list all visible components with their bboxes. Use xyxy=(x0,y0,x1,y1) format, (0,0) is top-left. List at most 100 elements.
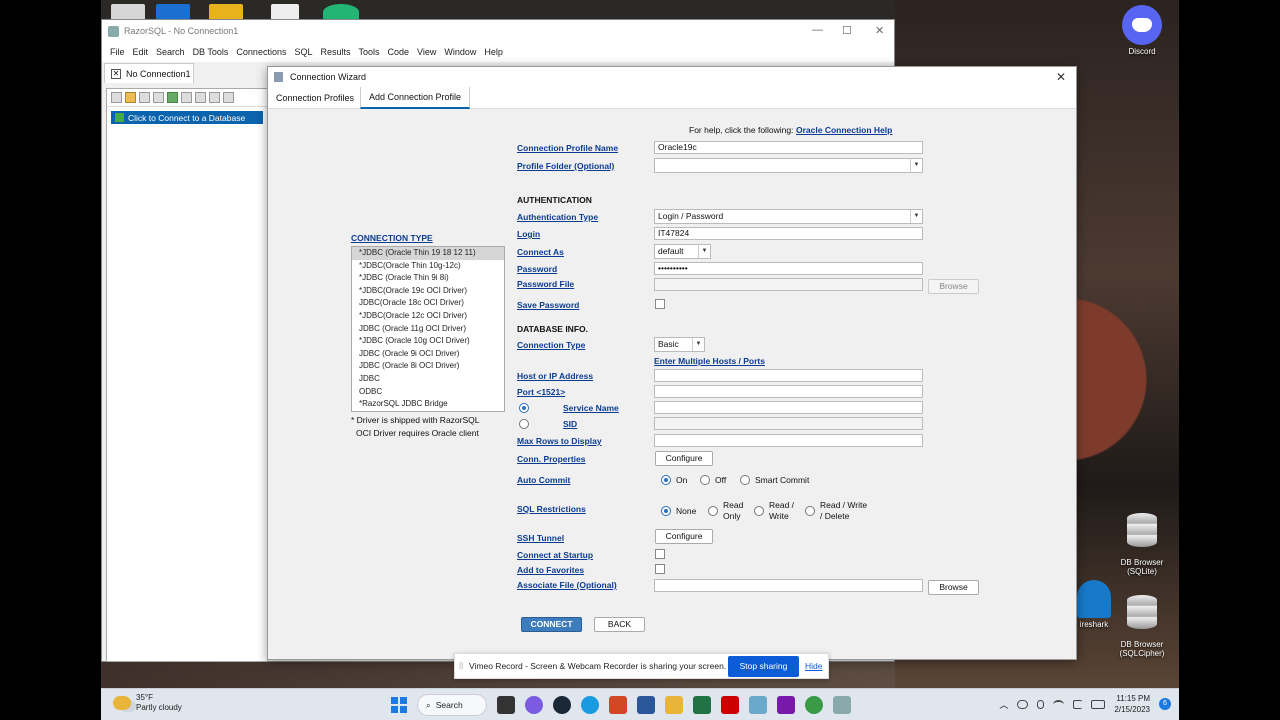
notification-badge[interactable]: 6 xyxy=(1159,698,1171,710)
weather-widget[interactable]: 35°F Partly cloudy xyxy=(113,693,182,713)
tab-add-connection-profile[interactable]: Add Connection Profile xyxy=(360,87,471,109)
open-icon[interactable] xyxy=(125,92,136,103)
grid-icon[interactable] xyxy=(139,92,150,103)
menu-file[interactable]: File xyxy=(110,47,125,57)
list-item[interactable]: *JDBC(Oracle Thin 10g-12c) xyxy=(352,260,504,273)
discord-shortcut[interactable]: Discord xyxy=(1115,5,1169,56)
maximize-icon[interactable]: ☐ xyxy=(842,24,852,37)
restriction-read-write-radio[interactable] xyxy=(754,506,764,516)
menu-sql[interactable]: SQL xyxy=(294,47,312,57)
desktop-icon-partial[interactable] xyxy=(323,4,359,20)
auto-commit-off-radio[interactable] xyxy=(700,475,710,485)
razorsql-titlebar[interactable]: RazorSQL - No Connection1 — ☐ ✕ xyxy=(102,20,894,42)
chrome-icon[interactable] xyxy=(805,696,823,714)
malwarebytes-icon[interactable] xyxy=(721,696,739,714)
menu-view[interactable]: View xyxy=(417,47,436,57)
menu-window[interactable]: Window xyxy=(444,47,476,57)
desktop-icon-partial[interactable] xyxy=(111,4,145,20)
password-file-browse-button[interactable]: Browse xyxy=(928,279,979,294)
close-tab-icon[interactable]: ✕ xyxy=(111,68,121,79)
onedrive-icon[interactable] xyxy=(1017,699,1029,709)
menu-edit[interactable]: Edit xyxy=(133,47,149,57)
max-rows-field[interactable] xyxy=(654,434,923,447)
list-item[interactable]: JDBC (Oracle 9i OCI Driver) xyxy=(352,348,504,361)
razorsql-taskbar-icon[interactable] xyxy=(833,696,851,714)
list-item[interactable]: *JDBC(Oracle 19c OCI Driver) xyxy=(352,285,504,298)
clock[interactable]: 11:15 PM 2/15/2023 xyxy=(1114,693,1150,715)
trash-icon[interactable] xyxy=(223,92,234,103)
onenote-icon[interactable] xyxy=(777,696,795,714)
wireshark-shortcut[interactable]: ireshark xyxy=(1071,580,1117,629)
disconnect-icon[interactable] xyxy=(181,92,192,103)
restriction-read-only-radio[interactable] xyxy=(708,506,718,516)
minimize-icon[interactable]: — xyxy=(812,24,823,36)
file-explorer-icon[interactable] xyxy=(665,696,683,714)
login-field[interactable]: IT47824 xyxy=(654,227,923,240)
windows-start-icon[interactable] xyxy=(391,697,407,713)
list-item[interactable]: *JDBC (Oracle 10g OCI Driver) xyxy=(352,335,504,348)
connect-button[interactable]: CONNECT xyxy=(521,617,582,632)
microphone-icon[interactable] xyxy=(1037,699,1045,709)
smart-commit-radio[interactable] xyxy=(740,475,750,485)
host-field[interactable] xyxy=(654,369,923,382)
list-item[interactable]: JDBC (Oracle 8i OCI Driver) xyxy=(352,360,504,373)
tab-no-connection1[interactable]: ✕ No Connection1 xyxy=(104,63,194,83)
menu-code[interactable]: Code xyxy=(388,47,410,57)
multiple-hosts-link[interactable]: Enter Multiple Hosts / Ports xyxy=(654,356,765,366)
password-field[interactable]: •••••••••• xyxy=(654,262,923,275)
save-password-checkbox[interactable] xyxy=(655,299,665,309)
list-item[interactable]: JDBC (Oracle 11g OCI Driver) xyxy=(352,323,504,336)
desktop-icon-partial[interactable] xyxy=(271,4,299,20)
chevron-up-icon[interactable]: ︿ xyxy=(999,698,1008,711)
tab-connection-profiles[interactable]: Connection Profiles xyxy=(268,87,362,109)
add-to-favorites-checkbox[interactable] xyxy=(655,564,665,574)
new-icon[interactable] xyxy=(111,92,122,103)
restriction-read-write-delete-radio[interactable] xyxy=(805,506,815,516)
chat-icon[interactable] xyxy=(525,696,543,714)
desktop-icon-partial[interactable] xyxy=(209,4,243,20)
list-item[interactable]: *JDBC (Oracle Thin 19 18 12 11) xyxy=(352,247,504,260)
associate-file-field[interactable] xyxy=(654,579,923,592)
port-field[interactable] xyxy=(654,385,923,398)
battery-icon[interactable] xyxy=(1091,699,1106,709)
word-icon[interactable] xyxy=(637,696,655,714)
drag-handle-icon[interactable]: || xyxy=(459,661,463,670)
menu-help[interactable]: Help xyxy=(484,47,503,57)
powerpoint-icon[interactable] xyxy=(609,696,627,714)
stop-sharing-button[interactable]: Stop sharing xyxy=(728,656,799,677)
menu-tools[interactable]: Tools xyxy=(359,47,380,57)
menu-search[interactable]: Search xyxy=(156,47,185,57)
wizard-titlebar[interactable]: Connection Wizard xyxy=(268,67,1076,87)
back-button[interactable]: BACK xyxy=(594,617,645,632)
list-item[interactable]: ODBC xyxy=(352,386,504,399)
connect-at-startup-checkbox[interactable] xyxy=(655,549,665,559)
service-name-radio[interactable] xyxy=(519,403,529,413)
ssh-tunnel-configure-button[interactable]: Configure xyxy=(655,529,713,544)
volume-icon[interactable] xyxy=(1073,699,1083,709)
sid-field[interactable] xyxy=(654,417,923,430)
list-item[interactable]: *RazorSQL JDBC Bridge xyxy=(352,398,504,411)
list-item[interactable]: JDBC(Oracle 18c OCI Driver) xyxy=(352,297,504,310)
list-item[interactable]: *JDBC (Oracle Thin 9i 8i) xyxy=(352,272,504,285)
list-item[interactable]: JDBC xyxy=(352,373,504,386)
sid-radio[interactable] xyxy=(519,419,529,429)
connect-to-database-item[interactable]: Click to Connect to a Database xyxy=(111,111,263,124)
hide-link[interactable]: Hide xyxy=(805,661,822,671)
conn-properties-configure-button[interactable]: Configure xyxy=(655,451,713,466)
list-item[interactable]: *JDBC(Oracle 12c OCI Driver) xyxy=(352,310,504,323)
password-file-field[interactable] xyxy=(654,278,923,291)
restriction-none-radio[interactable] xyxy=(661,506,671,516)
wifi-icon[interactable] xyxy=(1053,699,1065,709)
menu-db-tools[interactable]: DB Tools xyxy=(193,47,229,57)
taskbar-search[interactable]: ⌕ Search xyxy=(417,694,487,716)
associate-file-browse-button[interactable]: Browse xyxy=(928,580,979,595)
menu-connections[interactable]: Connections xyxy=(236,47,286,57)
profile-folder-combo[interactable]: ▼ xyxy=(654,158,923,173)
steam-icon[interactable] xyxy=(553,696,571,714)
tree-icon[interactable] xyxy=(153,92,164,103)
oracle-help-link[interactable]: Oracle Connection Help xyxy=(796,125,892,135)
auth-type-combo[interactable]: Login / Password ▼ xyxy=(654,209,923,224)
profile-name-field[interactable]: Oracle19c xyxy=(654,141,923,154)
connection-type-combo[interactable]: Basic ▼ xyxy=(654,337,705,352)
excel-icon[interactable] xyxy=(693,696,711,714)
